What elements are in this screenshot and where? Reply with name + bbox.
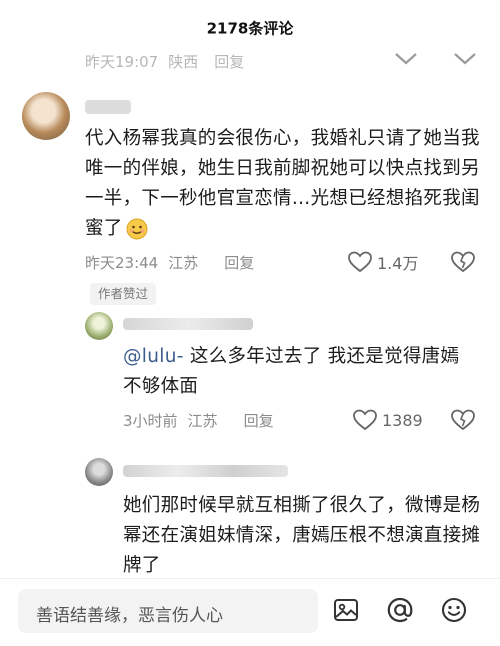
username-blurred[interactable] (85, 100, 131, 114)
comment-input-bar: 善语结善缘，恶言伤人心 (0, 578, 500, 646)
dislike-button[interactable] (450, 408, 476, 432)
comment-time: 昨天23:44 (85, 253, 159, 272)
reply-button[interactable]: 回复 (214, 51, 244, 72)
username-blurred[interactable] (123, 318, 253, 330)
like-count: 1.4万 (377, 254, 419, 273)
comment-input[interactable]: 善语结善缘，恶言伤人心 (18, 589, 318, 633)
username-blurred[interactable] (123, 465, 288, 477)
comments-header: 2178条评论 (0, 0, 500, 44)
author-liked-badge: 作者赞过 (90, 283, 156, 305)
reply-meta-row: 3小时前 江苏 回复 (123, 409, 284, 431)
heart-icon (353, 409, 377, 431)
like-count: 1389 (382, 410, 423, 430)
like-button[interactable]: 1389 (352, 408, 423, 432)
reply-body: 她们那时候早就互相撕了很久了，微博是杨幂还在演姐妹情深，唐嫣压根不想演直接摊牌了 (123, 495, 481, 575)
avatar[interactable] (22, 92, 70, 140)
mention-icon[interactable] (383, 593, 417, 627)
emoji-icon[interactable] (437, 593, 471, 627)
heart-icon (348, 251, 372, 273)
comment-meta-row: 昨天19:07 陕西 回复 (85, 50, 254, 72)
comment-location: 江苏 (168, 253, 199, 272)
comment-location: 陕西 (168, 52, 199, 71)
reply-text: @lulu- 这么多年过去了 我还是觉得唐嫣不够体面 (123, 342, 473, 402)
mention-link[interactable]: @lulu- (123, 346, 184, 367)
comment-count-title: 2178条评论 (206, 19, 294, 38)
like-button[interactable] (393, 48, 419, 68)
dislike-button[interactable] (450, 250, 476, 274)
comment-text: 代入杨幂我真的会很伤心，我婚礼只请了她当我唯一的伴娘，她生日我前脚祝她可以快点找… (85, 124, 480, 244)
dislike-button[interactable] (452, 48, 478, 68)
avatar[interactable] (85, 312, 113, 340)
reply-button[interactable]: 回复 (244, 410, 274, 431)
broken-heart-icon (451, 251, 475, 273)
chevron-down-icon (395, 53, 417, 65)
image-icon[interactable] (329, 593, 363, 627)
like-button[interactable]: 1.4万 (347, 250, 418, 274)
reply-button[interactable]: 回复 (224, 252, 254, 273)
chevron-down-icon (454, 53, 476, 65)
reply-time: 3小时前 (123, 411, 178, 430)
input-placeholder: 善语结善缘，恶言伤人心 (36, 606, 223, 626)
avatar[interactable] (85, 458, 113, 486)
comment-time: 昨天19:07 (85, 52, 159, 71)
reply-text: 她们那时候早就互相撕了很久了，微博是杨幂还在演姐妹情深，唐嫣压根不想演直接摊牌了 (123, 491, 483, 575)
broken-heart-icon (451, 409, 475, 431)
reply-location: 江苏 (187, 411, 218, 430)
emoji-icon (126, 218, 148, 240)
comment-meta-row: 昨天23:44 江苏 回复 (85, 251, 264, 273)
